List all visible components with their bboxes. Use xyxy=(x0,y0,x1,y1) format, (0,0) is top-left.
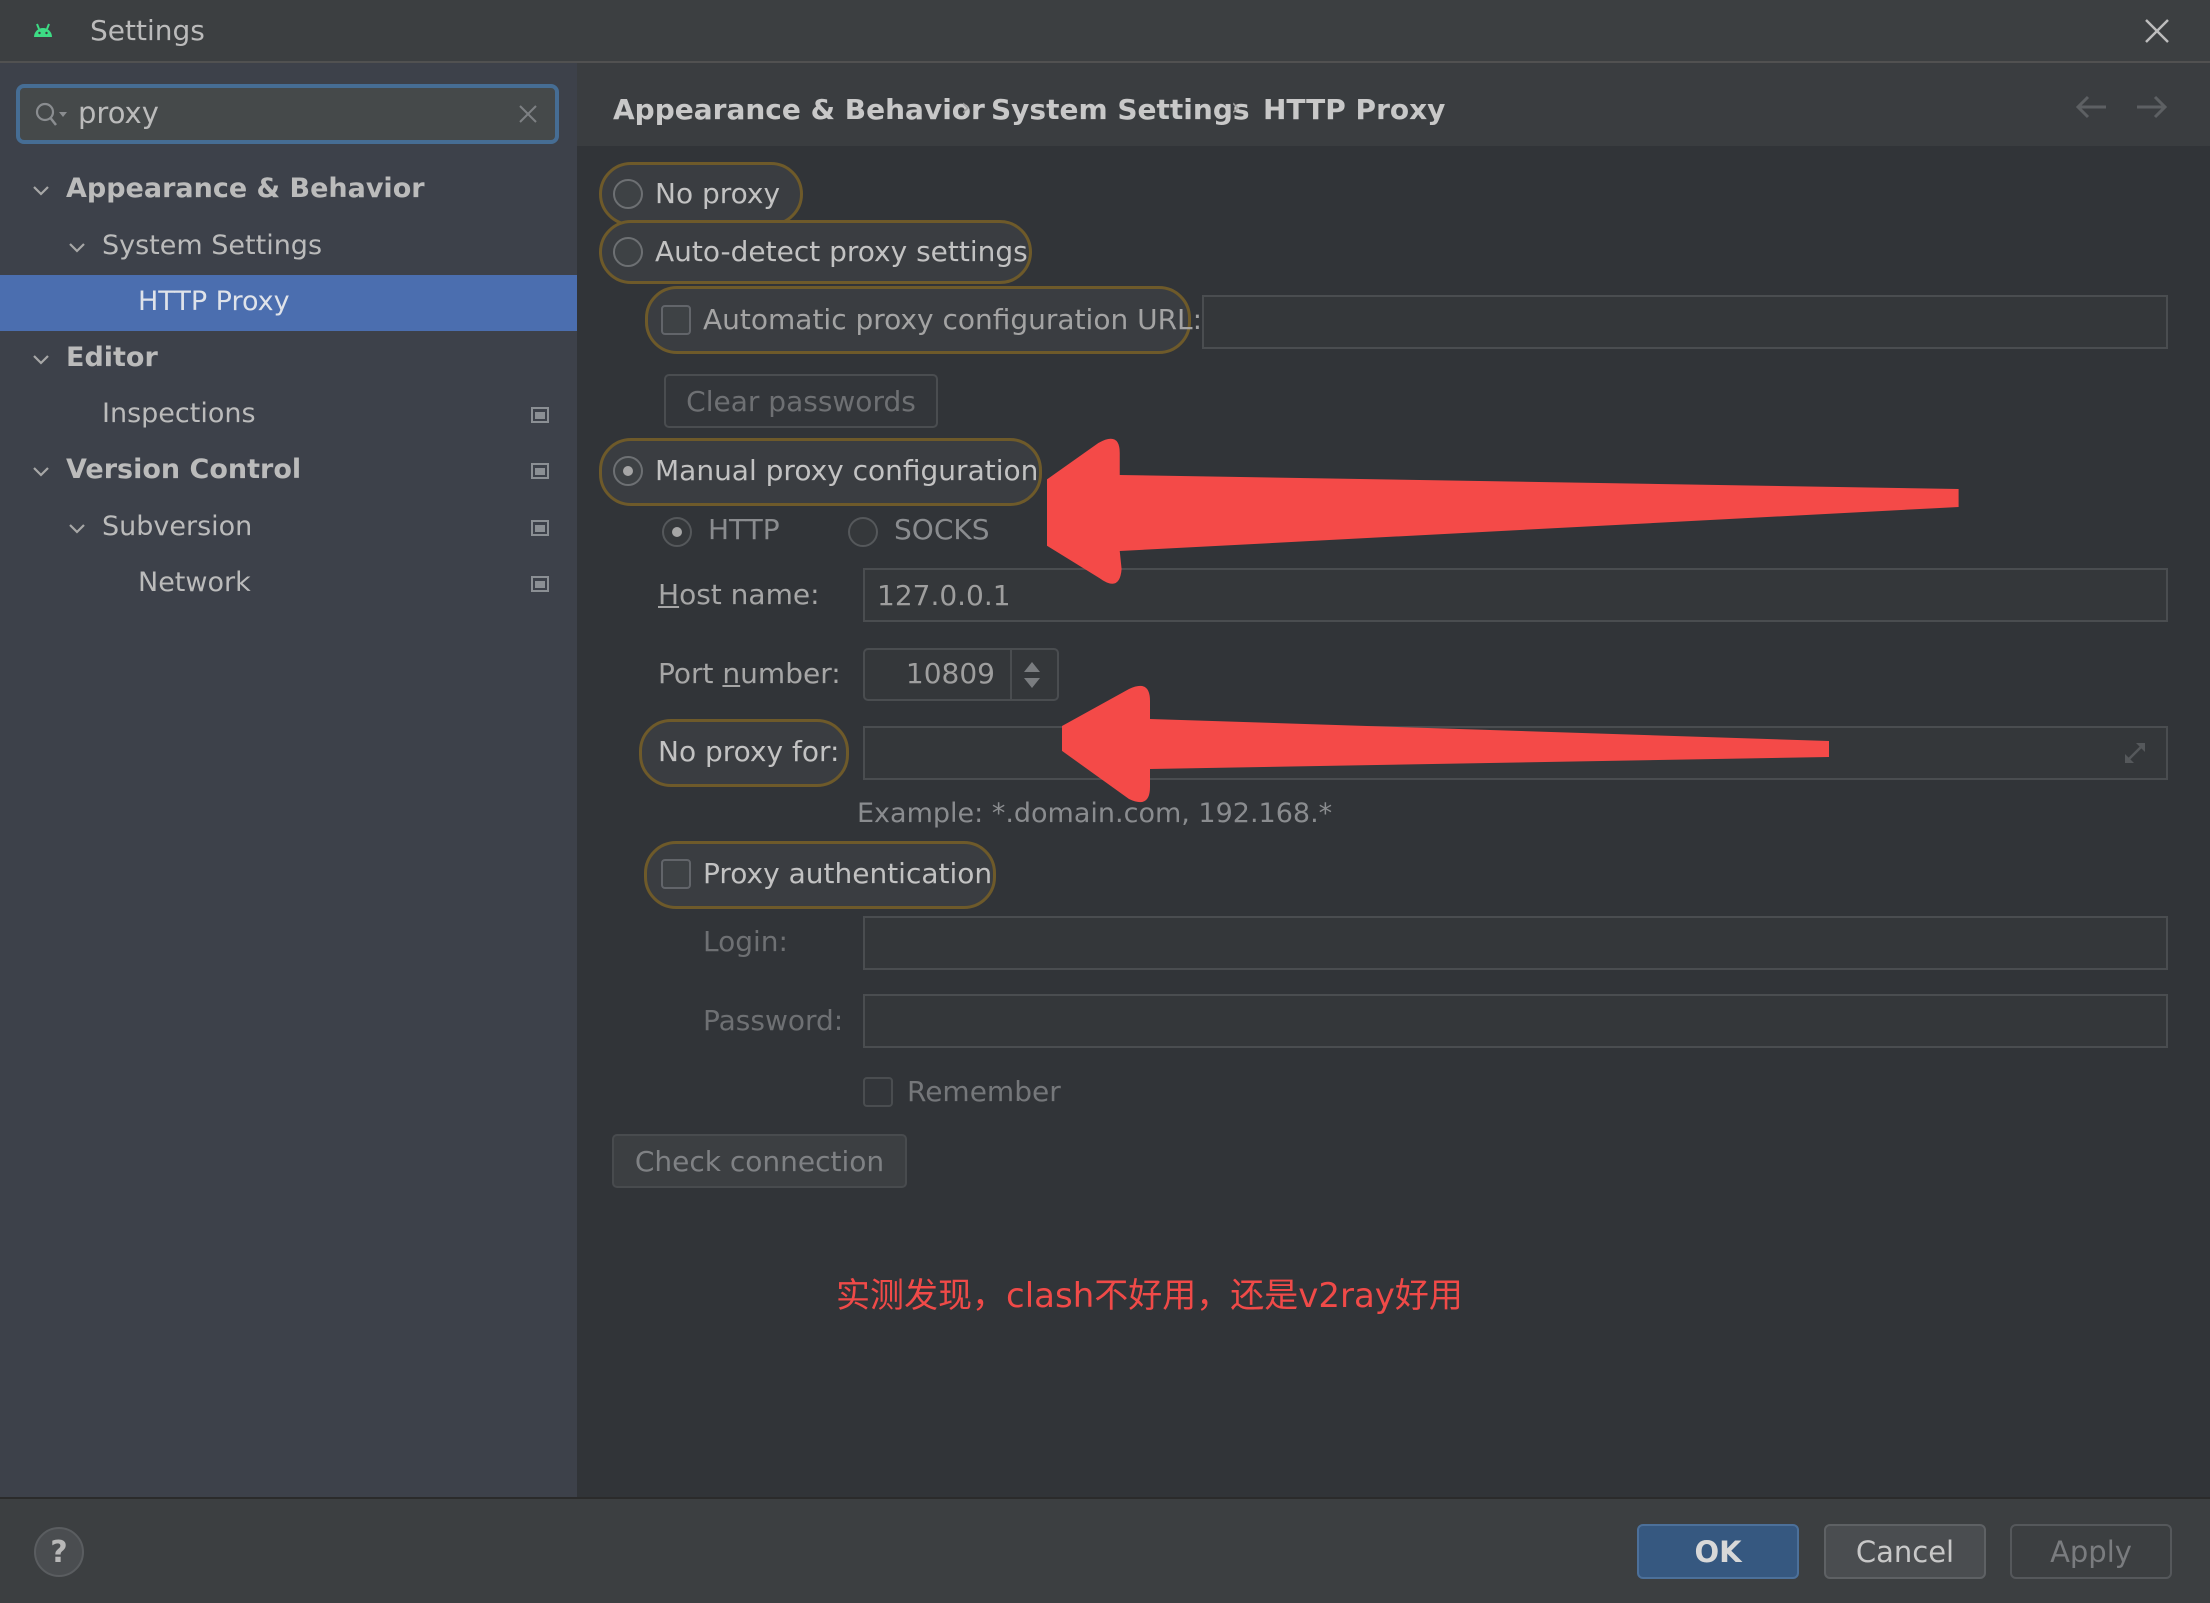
clear-search-icon[interactable] xyxy=(516,102,540,126)
spinner-divider xyxy=(1010,650,1012,699)
password-label: Password: xyxy=(703,1004,844,1037)
clear-passwords-button[interactable]: Clear passwords xyxy=(664,374,938,428)
chevron-down-icon[interactable] xyxy=(32,181,50,199)
annotation-arrow-manual xyxy=(1047,438,1959,584)
label-text: umber: xyxy=(740,657,841,690)
search-input[interactable] xyxy=(78,93,498,133)
android-icon xyxy=(34,23,52,37)
port-number-value[interactable]: 10809 xyxy=(906,657,995,690)
login-input[interactable] xyxy=(863,916,2168,970)
http-label: HTTP xyxy=(708,513,780,546)
auto-config-url-input[interactable] xyxy=(1202,295,2168,349)
tree-item-editor[interactable]: Editor xyxy=(0,331,577,387)
chevron-down-icon[interactable] xyxy=(32,462,50,480)
tree-item-label: Inspections xyxy=(102,398,256,429)
tree-item-label: Version Control xyxy=(66,454,302,485)
expand-icon[interactable] xyxy=(2120,738,2150,768)
annotation-arrow-port xyxy=(1062,686,1829,802)
tree-item-label: Editor xyxy=(66,342,158,373)
search-icon xyxy=(35,102,67,126)
cancel-button[interactable]: Cancel xyxy=(1824,1524,1986,1579)
help-button[interactable]: ? xyxy=(34,1527,84,1577)
manual-proxy-radio[interactable]: Manual proxy configuration xyxy=(613,454,1038,494)
no-proxy-radio[interactable]: No proxy xyxy=(613,177,803,217)
window-title: Settings xyxy=(90,14,205,47)
settings-content: Appearance & Behavior › System Settings … xyxy=(577,63,2210,1497)
port-number-label: Port number: xyxy=(658,657,841,690)
mnemonic-char: n xyxy=(722,657,741,690)
breadcrumb-item[interactable]: System Settings xyxy=(991,93,1250,126)
project-settings-icon xyxy=(531,576,549,592)
remember-checkbox[interactable]: Remember xyxy=(863,1075,1083,1115)
project-settings-icon xyxy=(531,463,549,479)
password-input[interactable] xyxy=(863,994,2168,1048)
back-arrow-icon[interactable] xyxy=(2074,95,2108,119)
ok-button[interactable]: OK xyxy=(1637,1524,1799,1579)
checkbox[interactable] xyxy=(863,1077,893,1107)
tree-item-label: HTTP Proxy xyxy=(138,286,290,317)
tree-item-label: Network xyxy=(138,567,251,598)
host-name-label: Host name: xyxy=(658,578,820,611)
settings-sidebar: Appearance & Behavior System Settings HT… xyxy=(0,63,577,1497)
tree-item-network[interactable]: Network xyxy=(0,556,577,612)
checkbox[interactable] xyxy=(661,859,691,889)
tree-item-system-settings[interactable]: System Settings xyxy=(0,219,577,275)
project-settings-icon xyxy=(531,520,549,536)
chevron-down-icon[interactable] xyxy=(68,238,86,256)
port-number-spinner[interactable]: 10809 xyxy=(863,648,1059,701)
radio-button-selected[interactable] xyxy=(613,456,643,486)
auto-detect-radio[interactable]: Auto-detect proxy settings xyxy=(613,235,1028,275)
checkbox[interactable] xyxy=(661,305,691,335)
breadcrumb-separator: › xyxy=(961,93,971,121)
radio-button[interactable] xyxy=(613,237,643,267)
close-icon[interactable] xyxy=(2140,14,2174,48)
breadcrumb-item: HTTP Proxy xyxy=(1263,93,1446,126)
radio-button[interactable] xyxy=(613,179,643,209)
forward-arrow-icon[interactable] xyxy=(2135,95,2169,119)
tree-item-http-proxy[interactable]: HTTP Proxy xyxy=(0,275,577,331)
radio-button[interactable] xyxy=(848,517,878,547)
breadcrumb-separator: › xyxy=(1231,93,1241,121)
auto-config-url-label: Automatic proxy configuration URL: xyxy=(703,303,1203,336)
tree-item-version-control[interactable]: Version Control xyxy=(0,443,577,499)
tree-item-label: Subversion xyxy=(102,511,253,542)
proxy-auth-label: Proxy authentication xyxy=(703,857,993,890)
socks-label: SOCKS xyxy=(894,513,990,546)
tree-item-label: System Settings xyxy=(102,230,323,261)
no-proxy-for-label: No proxy for: xyxy=(658,735,840,768)
socks-radio[interactable]: SOCKS xyxy=(848,513,1008,553)
project-settings-icon xyxy=(531,407,549,423)
http-radio[interactable]: HTTP xyxy=(662,513,802,553)
login-label: Login: xyxy=(703,925,788,958)
label-text: ost name: xyxy=(679,578,820,611)
auto-detect-label: Auto-detect proxy settings xyxy=(655,235,1028,268)
mnemonic-char: H xyxy=(658,578,680,611)
remember-label: Remember xyxy=(907,1075,1061,1108)
dialog-footer: ? OK Cancel Apply xyxy=(0,1497,2210,1603)
breadcrumb: Appearance & Behavior › System Settings … xyxy=(577,63,2210,146)
title-bar: Settings xyxy=(0,0,2210,63)
radio-button-selected[interactable] xyxy=(662,517,692,547)
spinner-arrows-icon[interactable] xyxy=(1020,660,1044,690)
tree-item-inspections[interactable]: Inspections xyxy=(0,387,577,443)
manual-proxy-label: Manual proxy configuration xyxy=(655,454,1039,487)
label-text: Port xyxy=(658,657,723,690)
tree-item-subversion[interactable]: Subversion xyxy=(0,500,577,556)
chevron-down-icon[interactable] xyxy=(32,350,50,368)
breadcrumb-item[interactable]: Appearance & Behavior xyxy=(613,93,985,126)
apply-button[interactable]: Apply xyxy=(2010,1524,2172,1579)
chevron-down-icon[interactable] xyxy=(68,519,86,537)
proxy-auth-checkbox[interactable]: Proxy authentication xyxy=(661,857,993,897)
annotation-note: 实测发现，clash不好用，还是v2ray好用 xyxy=(836,1276,1463,1316)
auto-config-url-checkbox[interactable]: Automatic proxy configuration URL: xyxy=(661,303,1202,343)
tree-item-appearance-behavior[interactable]: Appearance & Behavior xyxy=(0,162,577,218)
tree-item-label: Appearance & Behavior xyxy=(66,173,425,204)
check-connection-button[interactable]: Check connection xyxy=(612,1134,907,1188)
no-proxy-label: No proxy xyxy=(655,177,781,210)
search-field[interactable] xyxy=(16,84,559,144)
